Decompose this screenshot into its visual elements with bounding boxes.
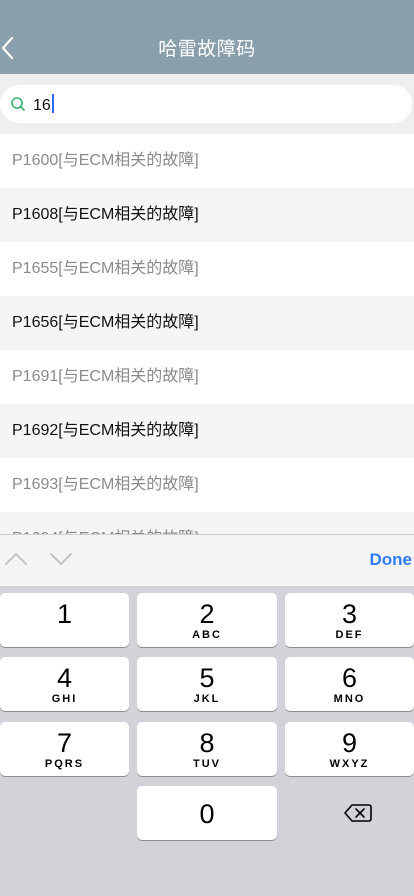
list-item[interactable]: P1694[与ECM相关的故障]: [0, 512, 414, 534]
nav-header: 哈雷故障码: [0, 0, 414, 74]
text-caret: [51, 94, 54, 113]
key-digit: 3: [341, 599, 358, 629]
key-letters: ABC: [192, 629, 222, 641]
key-digit: 4: [56, 663, 73, 693]
key-letters: GHI: [51, 693, 78, 705]
numeric-keypad: 1 2 ABC 3 DEF 4 GHI 5 JKL 6 MNO 7 PQRS 8…: [0, 586, 414, 896]
search-icon: [11, 97, 25, 111]
key-1[interactable]: 1: [0, 593, 129, 647]
chevron-down-icon[interactable]: [49, 552, 73, 566]
chevron-up-icon[interactable]: [4, 552, 28, 566]
key-7[interactable]: 7 PQRS: [0, 722, 129, 776]
key-digit: 9: [341, 728, 358, 758]
keyboard-toolbar: Done: [0, 534, 414, 587]
key-letters: MNO: [333, 693, 366, 705]
key-5[interactable]: 5 JKL: [137, 657, 277, 711]
key-digit: 0: [199, 799, 215, 829]
list-item[interactable]: P1692[与ECM相关的故障]: [0, 404, 414, 458]
fault-code-list: P1600[与ECM相关的故障] P1608[与ECM相关的故障] P1655[…: [0, 134, 414, 534]
done-button[interactable]: Done: [370, 550, 413, 570]
key-9[interactable]: 9 WXYZ: [285, 722, 414, 776]
key-letters: JKL: [193, 693, 221, 705]
key-8[interactable]: 8 TUV: [137, 722, 277, 776]
key-2[interactable]: 2 ABC: [137, 593, 277, 647]
key-digit: 7: [56, 728, 73, 758]
key-digit: 2: [199, 599, 215, 629]
key-digit: 5: [199, 663, 215, 693]
key-digit: 1: [56, 599, 73, 629]
key-digit: 8: [199, 728, 215, 758]
key-letters: TUV: [193, 758, 221, 770]
key-3[interactable]: 3 DEF: [285, 593, 414, 647]
key-letters: DEF: [335, 629, 364, 641]
page-title: 哈雷故障码: [158, 39, 256, 60]
search-input[interactable]: 16: [0, 85, 412, 123]
list-item[interactable]: P1656[与ECM相关的故障]: [0, 296, 414, 350]
list-item[interactable]: P1600[与ECM相关的故障]: [0, 134, 414, 188]
key-0[interactable]: 0: [137, 786, 277, 840]
backspace-icon[interactable]: [344, 803, 372, 823]
list-item[interactable]: P1691[与ECM相关的故障]: [0, 350, 414, 404]
key-4[interactable]: 4 GHI: [0, 657, 129, 711]
list-item[interactable]: P1693[与ECM相关的故障]: [0, 458, 414, 512]
key-6[interactable]: 6 MNO: [285, 657, 414, 711]
key-letters: WXYZ: [329, 758, 370, 770]
key-letters: PQRS: [44, 758, 85, 770]
search-bar: 16: [0, 74, 414, 136]
key-digit: 6: [341, 663, 358, 693]
search-input-value: 16: [33, 94, 54, 115]
list-item[interactable]: P1655[与ECM相关的故障]: [0, 242, 414, 296]
list-item[interactable]: P1608[与ECM相关的故障]: [0, 188, 414, 242]
